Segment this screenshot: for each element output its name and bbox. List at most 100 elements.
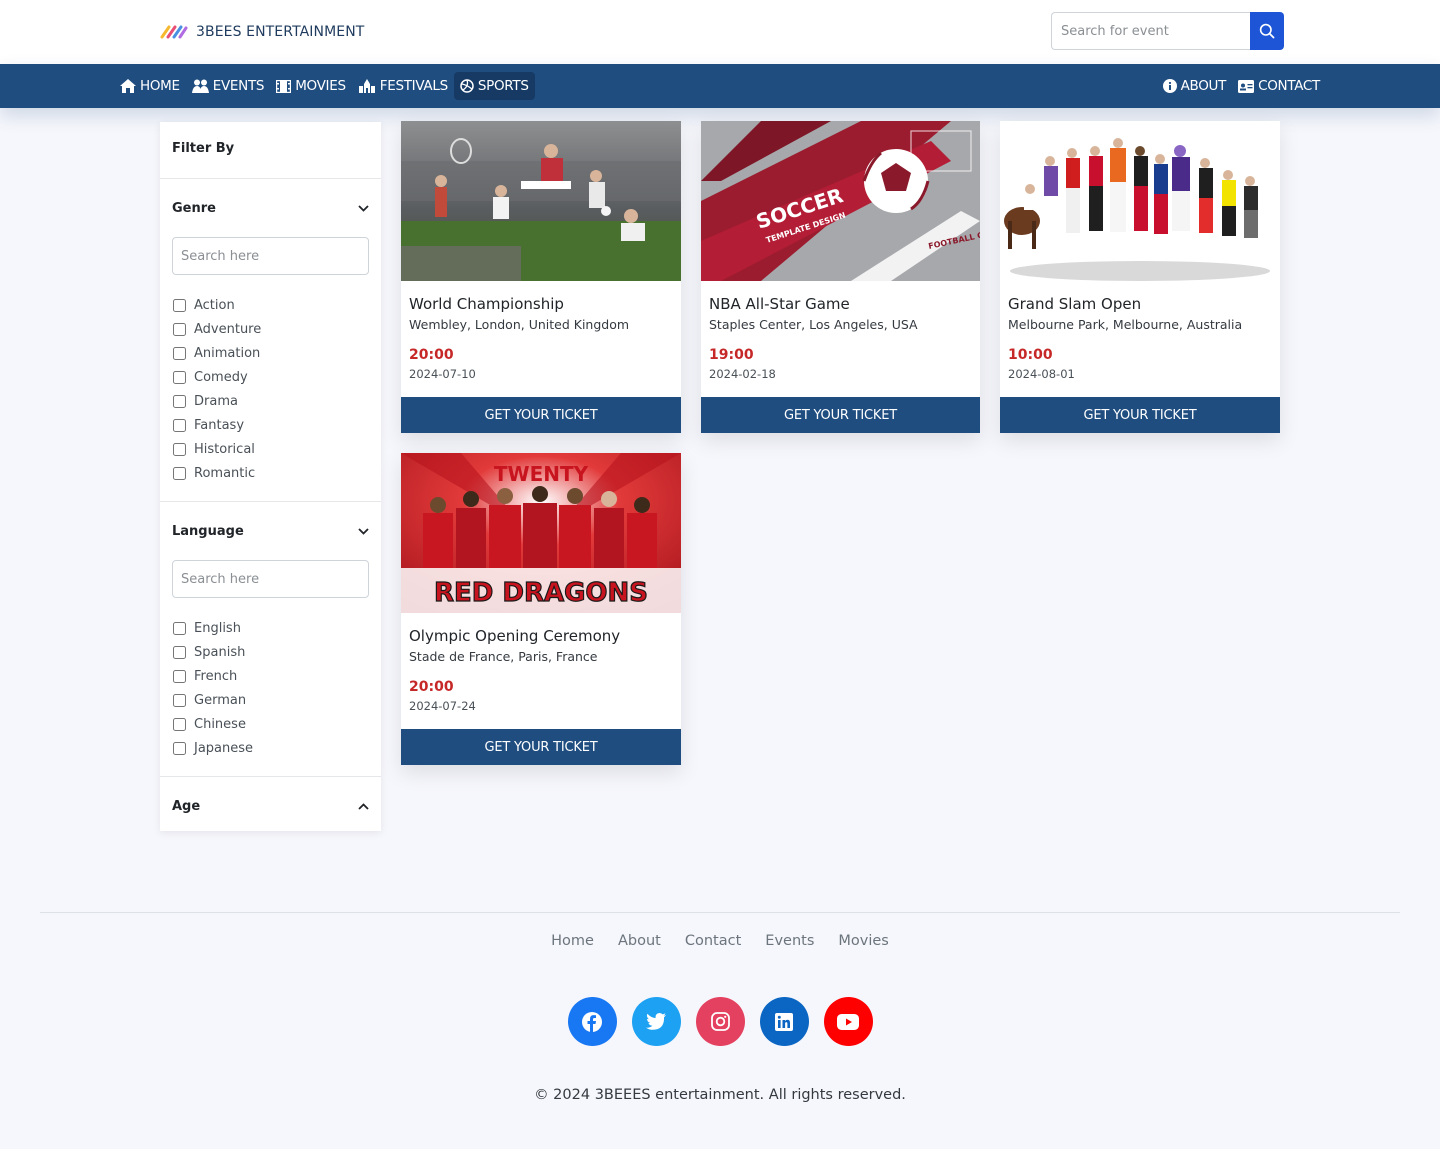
get-ticket-button[interactable]: GET YOUR TICKET bbox=[1000, 397, 1280, 433]
nav-sports[interactable]: SPORTS bbox=[453, 72, 535, 100]
brand-logo[interactable]: 3BEES ENTERTAINMENT bbox=[160, 20, 364, 44]
footer-link-home[interactable]: Home bbox=[551, 933, 594, 949]
event-date: 2024-07-24 bbox=[409, 699, 476, 713]
event-image-soccer: SOCCER TEMPLATE DESIGN FOOTBALL CUP bbox=[701, 121, 980, 281]
footer-link-events[interactable]: Events bbox=[765, 933, 814, 949]
language-checkbox[interactable] bbox=[173, 693, 186, 707]
instagram-icon bbox=[710, 1012, 730, 1031]
language-checkbox[interactable] bbox=[173, 669, 186, 683]
logo-stripes-icon bbox=[160, 25, 188, 39]
genre-checkbox[interactable] bbox=[173, 370, 186, 384]
top-header: 3BEES ENTERTAINMENT bbox=[0, 0, 1440, 64]
linkedin-button[interactable] bbox=[759, 997, 809, 1046]
get-ticket-button[interactable]: GET YOUR TICKET bbox=[401, 729, 681, 765]
dragons-top-text: TWENTY bbox=[494, 462, 589, 486]
nav-events[interactable]: EVENTS bbox=[186, 72, 270, 100]
genre-option-label: Drama bbox=[194, 393, 238, 409]
event-search-input[interactable] bbox=[1051, 12, 1250, 50]
language-checkbox[interactable] bbox=[173, 645, 186, 659]
filter-title: Filter By bbox=[160, 122, 381, 179]
event-image-sports-collage bbox=[401, 121, 681, 281]
event-venue: Stade de France, Paris, France bbox=[409, 649, 598, 664]
chevron-down-icon bbox=[358, 527, 369, 535]
footer-links: Home About Contact Events Movies bbox=[0, 933, 1440, 949]
footer-link-movies[interactable]: Movies bbox=[838, 933, 888, 949]
event-card: World Championship Wembley, London, Unit… bbox=[401, 121, 681, 433]
youtube-button[interactable] bbox=[823, 997, 873, 1046]
language-search-input[interactable] bbox=[172, 560, 369, 598]
footer-link-about[interactable]: About bbox=[618, 933, 661, 949]
youtube-icon bbox=[837, 1013, 859, 1030]
nav-movies-label: MOVIES bbox=[295, 78, 346, 94]
nav-festivals[interactable]: FESTIVALS bbox=[352, 72, 454, 100]
facebook-button[interactable] bbox=[567, 997, 617, 1046]
twitter-button[interactable] bbox=[631, 997, 681, 1046]
age-title: Age bbox=[172, 798, 201, 814]
event-card: Grand Slam Open Melbourne Park, Melbourn… bbox=[1000, 121, 1280, 433]
genre-option: Romantic bbox=[172, 461, 369, 485]
genre-checkbox[interactable] bbox=[173, 346, 186, 360]
festival-icon bbox=[358, 79, 375, 93]
nav-about-label: ABOUT bbox=[1180, 78, 1227, 94]
event-date: 2024-07-10 bbox=[409, 367, 476, 381]
genre-search-input[interactable] bbox=[172, 237, 369, 275]
genre-checkbox[interactable] bbox=[173, 298, 186, 312]
language-title: Language bbox=[172, 523, 244, 539]
language-checkbox[interactable] bbox=[173, 741, 186, 755]
genre-checkbox[interactable] bbox=[173, 394, 186, 408]
search-button[interactable] bbox=[1250, 12, 1284, 50]
genre-checkbox[interactable] bbox=[173, 418, 186, 432]
nav-festivals-label: FESTIVALS bbox=[379, 78, 448, 94]
genre-checkbox[interactable] bbox=[173, 322, 186, 336]
genre-option-label: Historical bbox=[194, 441, 255, 457]
language-option: Chinese bbox=[172, 712, 369, 736]
event-title: Olympic Opening Ceremony bbox=[409, 627, 621, 645]
age-toggle[interactable]: Age bbox=[172, 777, 369, 835]
get-ticket-button[interactable]: GET YOUR TICKET bbox=[701, 397, 980, 433]
nav-home[interactable]: HOME bbox=[114, 72, 186, 100]
genre-title: Genre bbox=[172, 200, 216, 216]
get-ticket-button[interactable]: GET YOUR TICKET bbox=[401, 397, 681, 433]
event-card: TWENTY RED DRAGONS Olympic Opening Cerem… bbox=[401, 453, 681, 765]
main-navbar: HOME EVENTS MOVIES FESTIVALS SPORTS ABOU… bbox=[0, 64, 1440, 108]
nav-contact[interactable]: CONTACT bbox=[1232, 72, 1326, 100]
event-image-red-dragons: TWENTY RED DRAGONS bbox=[401, 453, 681, 613]
home-icon bbox=[120, 79, 136, 93]
social-links bbox=[0, 997, 1440, 1046]
language-option: Japanese bbox=[172, 736, 369, 760]
genre-option-label: Fantasy bbox=[194, 417, 245, 433]
people-icon bbox=[191, 79, 209, 93]
event-title: World Championship bbox=[409, 295, 564, 313]
film-icon bbox=[276, 79, 292, 93]
nav-about[interactable]: ABOUT bbox=[1157, 72, 1233, 100]
genre-option: Action bbox=[172, 293, 369, 317]
language-checkbox[interactable] bbox=[173, 621, 186, 635]
genre-option: Fantasy bbox=[172, 413, 369, 437]
event-time: 20:00 bbox=[409, 347, 454, 363]
genre-option-label: Animation bbox=[194, 345, 261, 361]
event-image-athletes bbox=[1000, 121, 1280, 281]
event-date: 2024-08-01 bbox=[1008, 367, 1075, 381]
twitter-icon bbox=[646, 1013, 666, 1030]
info-icon bbox=[1162, 79, 1177, 93]
footer-link-contact[interactable]: Contact bbox=[685, 933, 741, 949]
event-venue: Melbourne Park, Melbourne, Australia bbox=[1008, 317, 1243, 332]
language-toggle[interactable]: Language bbox=[172, 502, 369, 560]
genre-option: Adventure bbox=[172, 317, 369, 341]
age-filter: Age bbox=[160, 777, 381, 835]
language-option: French bbox=[172, 664, 369, 688]
genre-toggle[interactable]: Genre bbox=[172, 179, 369, 237]
instagram-button[interactable] bbox=[695, 997, 745, 1046]
genre-checkbox[interactable] bbox=[173, 466, 186, 480]
event-search bbox=[1051, 12, 1284, 50]
nav-movies[interactable]: MOVIES bbox=[270, 72, 352, 100]
copyright-text: © 2024 3BEEES entertainment. All rights … bbox=[534, 1087, 906, 1103]
language-filter: Language English Spanish French German C… bbox=[160, 502, 381, 777]
genre-checkbox[interactable] bbox=[173, 442, 186, 456]
language-checkbox[interactable] bbox=[173, 717, 186, 731]
nav-home-label: HOME bbox=[140, 78, 180, 94]
footer-divider bbox=[40, 912, 1400, 913]
event-card: SOCCER TEMPLATE DESIGN FOOTBALL CUP NBA … bbox=[701, 121, 980, 433]
id-card-icon bbox=[1238, 79, 1255, 93]
language-option-label: Japanese bbox=[194, 740, 254, 756]
